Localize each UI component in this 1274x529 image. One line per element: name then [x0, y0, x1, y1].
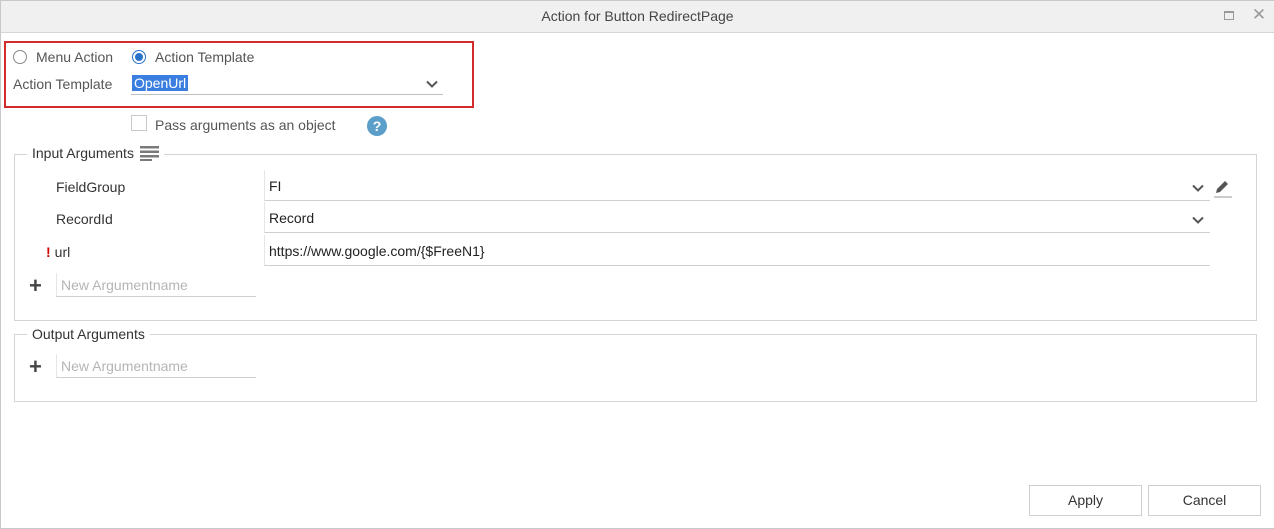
fieldgroup-select[interactable]: FI	[264, 170, 1210, 201]
radio-action-template-label[interactable]: Action Template	[155, 49, 254, 65]
pass-arguments-label[interactable]: Pass arguments as an object	[155, 117, 336, 133]
add-input-argument-icon[interactable]: +	[29, 275, 42, 297]
required-marker: !	[46, 244, 51, 260]
recordid-select[interactable]: Record	[264, 202, 1210, 233]
chevron-down-icon	[425, 77, 439, 91]
chevron-down-icon	[1191, 181, 1205, 195]
chevron-down-icon	[1191, 213, 1205, 227]
cancel-button[interactable]: Cancel	[1148, 485, 1261, 516]
action-template-value: OpenUrl	[132, 75, 189, 91]
maximize-icon[interactable]	[1221, 7, 1237, 23]
action-template-label: Action Template	[13, 76, 113, 92]
dialog-title: Action for Button RedirectPage	[541, 8, 734, 24]
radio-menu-action-label[interactable]: Menu Action	[36, 49, 113, 65]
apply-button[interactable]: Apply	[1029, 485, 1142, 516]
pencil-icon[interactable]	[1212, 178, 1232, 198]
recordid-value: Record	[269, 210, 315, 226]
close-icon[interactable]: ✕	[1251, 6, 1267, 23]
arg-name-recordid: RecordId	[56, 211, 113, 227]
input-arguments-title: Input Arguments	[32, 145, 134, 161]
help-icon[interactable]: ?	[367, 116, 387, 136]
add-output-argument-icon[interactable]: +	[29, 356, 42, 378]
arg-name-url: ! url	[46, 244, 70, 260]
arg-name-fieldgroup: FieldGroup	[56, 179, 126, 195]
new-output-argument-field[interactable]	[56, 354, 256, 378]
url-value: https://www.google.com/{$FreeN1}	[269, 243, 485, 259]
fieldgroup-value: FI	[269, 178, 282, 194]
input-arguments-legend: Input Arguments	[27, 145, 164, 161]
radio-menu-action[interactable]	[13, 50, 27, 64]
radio-action-template[interactable]	[132, 50, 146, 64]
url-input[interactable]: https://www.google.com/{$FreeN1}	[264, 235, 1210, 266]
list-icon[interactable]	[139, 145, 159, 161]
output-arguments-legend: Output Arguments	[27, 326, 150, 342]
output-arguments-title: Output Arguments	[32, 326, 145, 342]
new-input-argument-field[interactable]	[56, 273, 256, 297]
arg-name-url-label: url	[54, 244, 71, 260]
action-template-select[interactable]: OpenUrl	[131, 72, 443, 95]
title-bar: Action for Button RedirectPage ✕	[1, 1, 1274, 33]
pass-arguments-checkbox[interactable]	[131, 115, 147, 131]
